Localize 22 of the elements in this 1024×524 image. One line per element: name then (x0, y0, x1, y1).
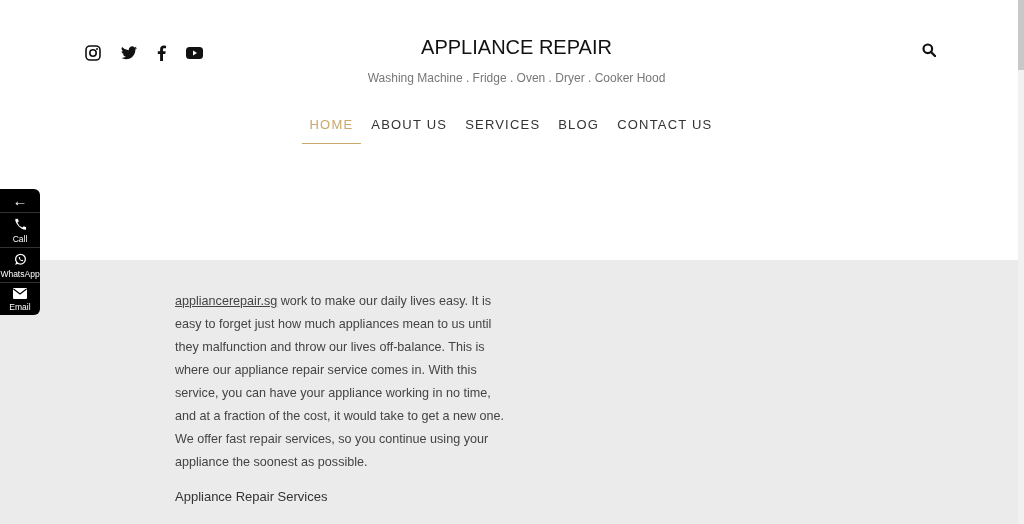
contact-button[interactable]: WhatsApp (0, 248, 40, 283)
nav-link[interactable]: ABOUT US (363, 117, 456, 144)
contact-button[interactable]: Email (0, 283, 40, 315)
site-title[interactable]: APPLIANCE REPAIR (357, 36, 676, 59)
facebook-icon[interactable] (157, 45, 166, 61)
envelope-icon (13, 288, 27, 299)
nav-link[interactable]: BLOG (550, 117, 608, 144)
phone-icon (13, 218, 27, 231)
scrollbar[interactable] (1018, 0, 1024, 524)
twitter-icon[interactable] (121, 46, 137, 60)
search-icon[interactable] (922, 43, 936, 57)
nav-link[interactable]: SERVICES (457, 117, 549, 144)
site-link[interactable]: appliancerepair.sg (175, 294, 278, 308)
site-tagline: Washing Machine . Fridge . Oven . Dryer . Cooker Hood (366, 71, 667, 85)
whatsapp-icon (13, 253, 27, 266)
youtube-icon[interactable] (186, 47, 203, 59)
section-heading: Appliance Repair Services (175, 489, 329, 504)
collapse-button[interactable]: ← (0, 189, 40, 213)
nav-link[interactable]: CONTACT US (609, 117, 721, 144)
instagram-icon[interactable] (85, 45, 101, 61)
intro-paragraph: appliancerepair.sg work to make our daily lives easy. It is easy to forget just how much appliances mean to us until they malfunction and throw our lives off-balance. This is where our appliance repair service comes in. With this service, you can have your appliance working in no time, and at a fraction of the cost, it would take to get a new one. We offer fast repair services, so you continue using your appliance the soonest as possible. (175, 293, 506, 471)
contact-button[interactable]: Call (0, 213, 40, 248)
